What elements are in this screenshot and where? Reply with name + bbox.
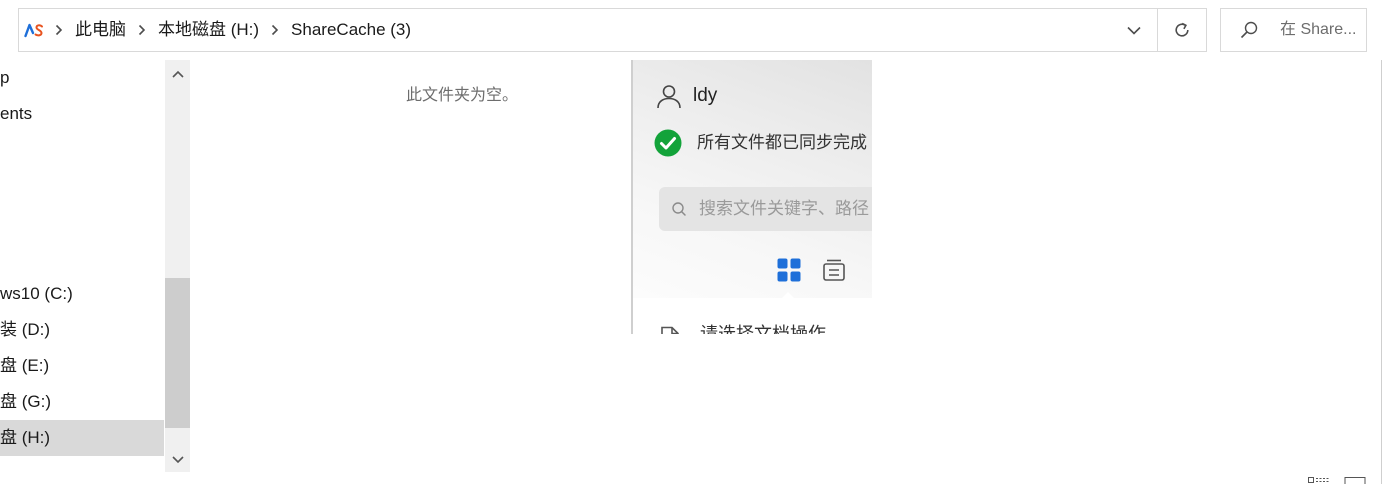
nav-item-drive-c[interactable]: ws10 (C:) [0,276,164,312]
scroll-down-button[interactable] [165,452,190,468]
nav-item-quick-access[interactable]: ents [0,96,164,132]
grid-icon[interactable] [777,258,801,282]
file-search-input[interactable]: 搜索文件关键字、路径 [659,187,872,231]
details-view-icon[interactable] [1308,476,1330,484]
file-search-placeholder: 搜索文件关键字、路径 [699,199,869,218]
address-bar[interactable]: 此电脑 本地磁盘 (H:) ShareCache (3) [18,8,1158,52]
breadcrumb-this-pc[interactable]: 此电脑 [75,20,126,40]
refresh-icon [1175,22,1189,37]
app-logo-icon[interactable] [24,22,44,38]
nav-item-drive-h[interactable]: 盘 (H:) [0,420,164,456]
sync-status-text: 所有文件都已同步完成 [697,133,867,152]
view-toggle-group [1308,476,1370,484]
large-icons-view-icon[interactable] [1344,476,1366,484]
nav-scrollbar[interactable] [165,60,190,472]
refresh-button[interactable] [1157,8,1207,52]
check-circle-icon [654,129,682,157]
search-placeholder: 在 Share... [1280,21,1357,38]
search-input[interactable]: 在 Share... [1220,8,1367,52]
chevron-right-icon[interactable] [55,24,63,36]
window-border [1381,60,1382,484]
archive-list-icon[interactable] [822,258,846,282]
username: ldy [693,85,718,106]
chevron-right-icon[interactable] [138,24,146,36]
chevron-right-icon[interactable] [271,24,279,36]
scroll-thumb[interactable] [165,278,190,428]
empty-folder-message: 此文件夹为空。 [406,87,519,104]
search-icon [1240,21,1258,39]
nav-item-drive-e[interactable]: 盘 (E:) [0,348,164,384]
nav-item-drive-g[interactable]: 盘 (G:) [0,384,164,420]
user-icon [657,85,681,109]
breadcrumb-local-disk-h[interactable]: 本地磁盘 (H:) [158,20,259,40]
breadcrumb-sharecache[interactable]: ShareCache (3) [291,20,411,40]
sync-panel: ldy 所有文件都已同步完成 搜索文件关键字、路径 请选择文档操作 [631,60,872,334]
operation-hint-text: 请选择文档操作 [700,324,826,334]
active-tab-indicator [782,292,794,298]
search-icon [672,202,686,216]
chevron-down-icon [171,456,184,464]
nav-item-drive-d[interactable]: 装 (D:) [0,312,164,348]
file-icon [661,326,679,334]
nav-item-quick-access[interactable]: p [0,60,164,96]
chevron-down-icon[interactable] [1127,26,1141,35]
scroll-up-button[interactable] [165,66,190,82]
chevron-up-icon [171,70,184,78]
navigation-pane: p ents ws10 (C:) 装 (D:) 盘 (E:) 盘 (G:) 盘 … [0,60,190,472]
